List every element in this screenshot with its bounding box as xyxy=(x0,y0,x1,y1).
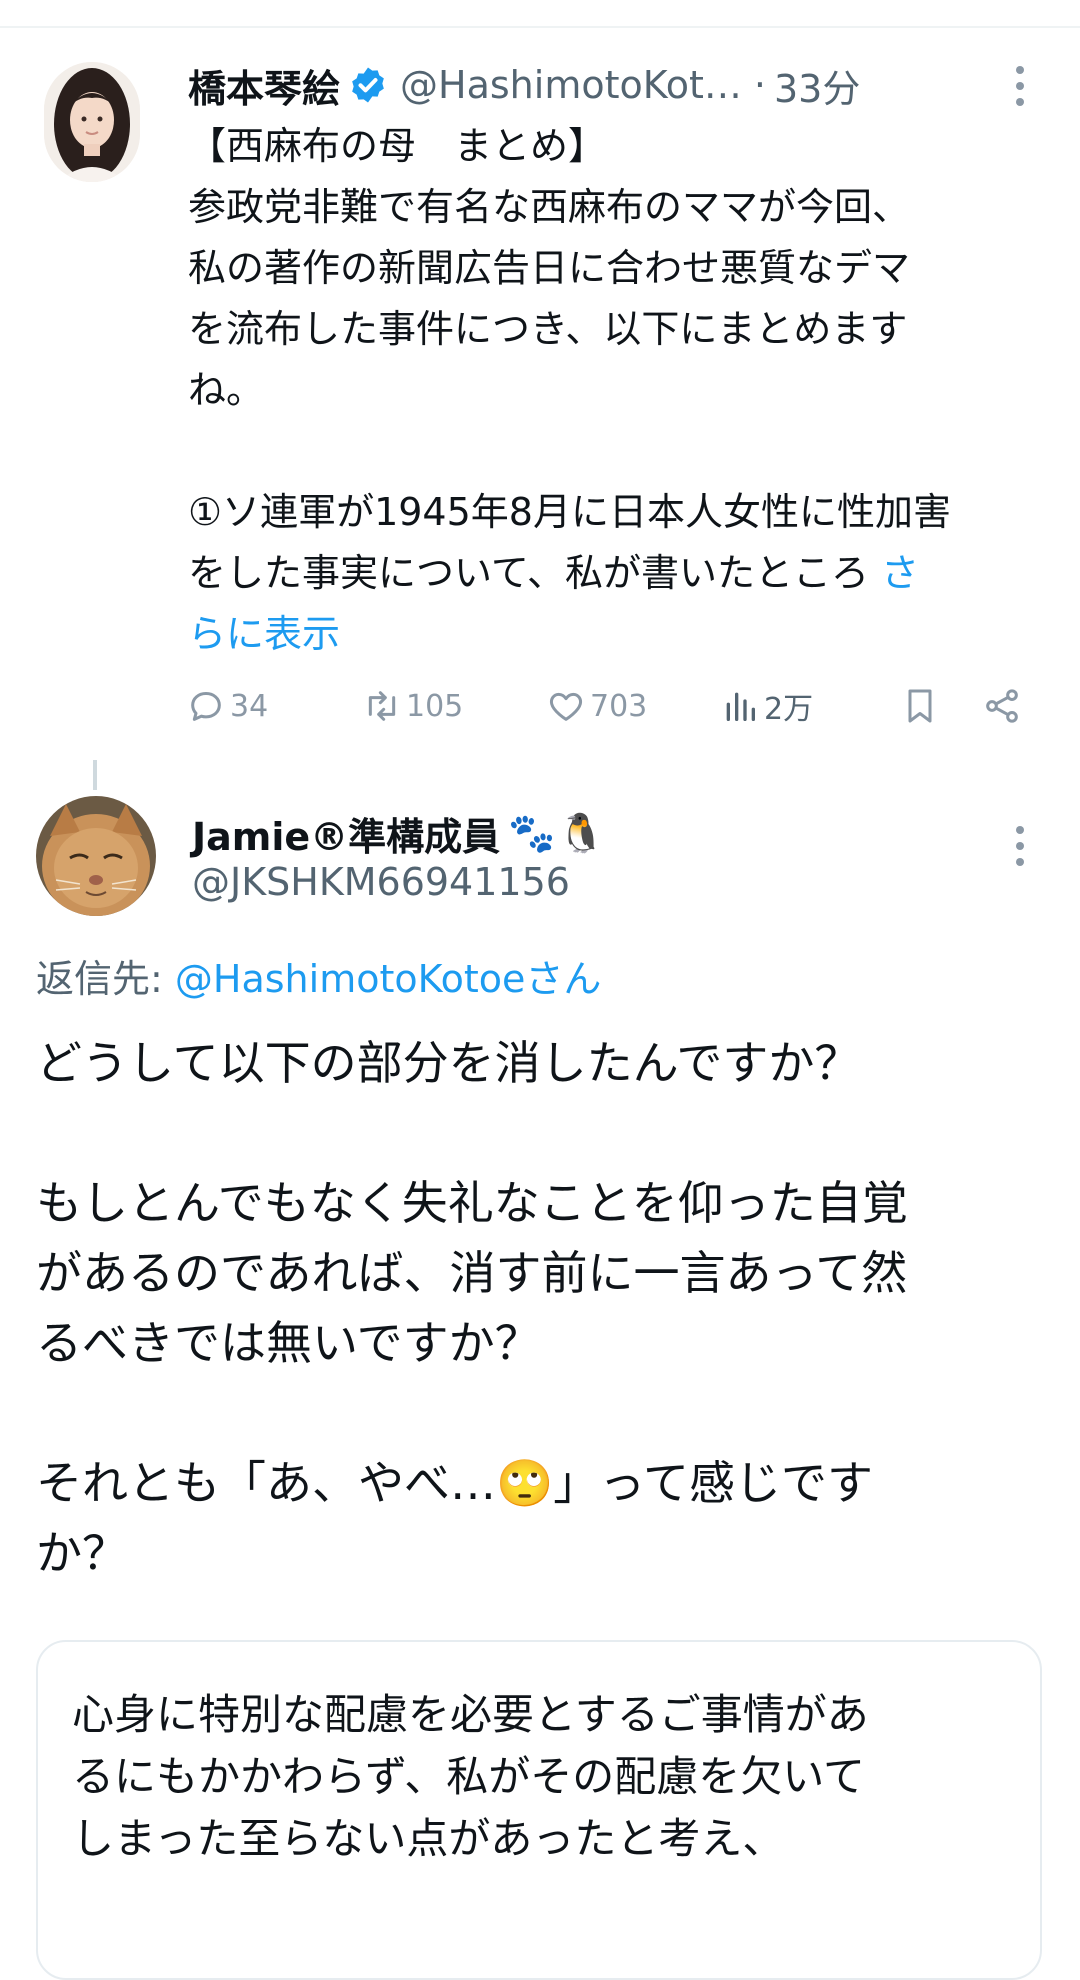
share-icon xyxy=(986,689,1018,723)
views-icon xyxy=(726,692,755,721)
like-count: 703 xyxy=(590,688,648,724)
verified-badge-icon xyxy=(352,67,384,103)
views-count: 2万 xyxy=(764,692,814,727)
tweet-text: 【西麻布の母 まとめ】 参政党非難で有名な西麻布のママが今回、 私の著作の新聞広… xyxy=(188,116,1048,665)
reply-icon xyxy=(191,692,221,721)
quoted-content-card[interactable]: 心身に特別な配慮を必要とするご事情があ るにもかかわらず、私がその配慮を欠いて … xyxy=(36,1640,1042,1980)
like-button[interactable]: 703 xyxy=(546,680,647,732)
tweet-body: 【西麻布の母 まとめ】 参政党非難で有名な西麻布のママが今回、 私の著作の新聞広… xyxy=(188,124,951,595)
reply-count: 34 xyxy=(230,688,269,724)
bookmark-icon xyxy=(908,689,932,723)
like-icon xyxy=(549,692,583,721)
reply-to-mention[interactable]: @HashimotoKotoeさん xyxy=(175,957,602,1001)
tweet-main[interactable]: 橋本琴絵 @HashimotoKot… · 33分 【西麻布の母 まとめ】 参政… xyxy=(0,0,1080,760)
name-emoji: 🐾 🐧 xyxy=(508,811,605,856)
reply-author-name-text: Jamie®準構成員 xyxy=(192,815,501,859)
avatar[interactable] xyxy=(44,62,140,182)
bookmark-button[interactable] xyxy=(900,680,944,732)
reply-avatar[interactable] xyxy=(36,796,156,916)
more-icon[interactable] xyxy=(1015,826,1025,866)
tweet-header: 橋本琴絵 @HashimotoKot… · 33分 xyxy=(188,58,1048,113)
author-name[interactable]: 橋本琴絵 xyxy=(188,58,340,113)
share-button[interactable] xyxy=(982,680,1026,732)
action-bar: 34 105 703 2万 xyxy=(186,680,1046,732)
retweet-count: 105 xyxy=(406,688,464,724)
timestamp[interactable]: 33分 xyxy=(774,58,860,113)
reply-button[interactable]: 34 xyxy=(186,680,268,732)
reply-to-label: 返信先: xyxy=(36,957,175,1001)
quoted-text: 心身に特別な配慮を必要とするご事情があ るにもかかわらず、私がその配慮を欠いて … xyxy=(72,1690,869,1863)
reply-author-handle[interactable]: @JKSHKM66941156 xyxy=(192,860,570,904)
retweet-icon xyxy=(368,691,396,721)
separator-dot: · xyxy=(753,63,766,107)
reply-author-name[interactable]: Jamie®準構成員 🐾 🐧 xyxy=(192,806,605,861)
penguin-icon: 🐧 xyxy=(557,811,605,855)
replying-to: 返信先: @HashimotoKotoeさん xyxy=(36,948,601,1003)
thread-connector xyxy=(93,760,97,790)
reply-text: どうして以下の部分を消したんですか？ もしとんでもなく失礼なことを仰った自覚 が… xyxy=(36,1036,908,1580)
views-button[interactable]: 2万 xyxy=(720,680,813,732)
retweet-button[interactable]: 105 xyxy=(362,680,463,732)
more-icon[interactable] xyxy=(1015,66,1025,106)
author-handle[interactable]: @HashimotoKot… xyxy=(400,63,742,107)
paw-icon: 🐾 xyxy=(508,811,556,855)
